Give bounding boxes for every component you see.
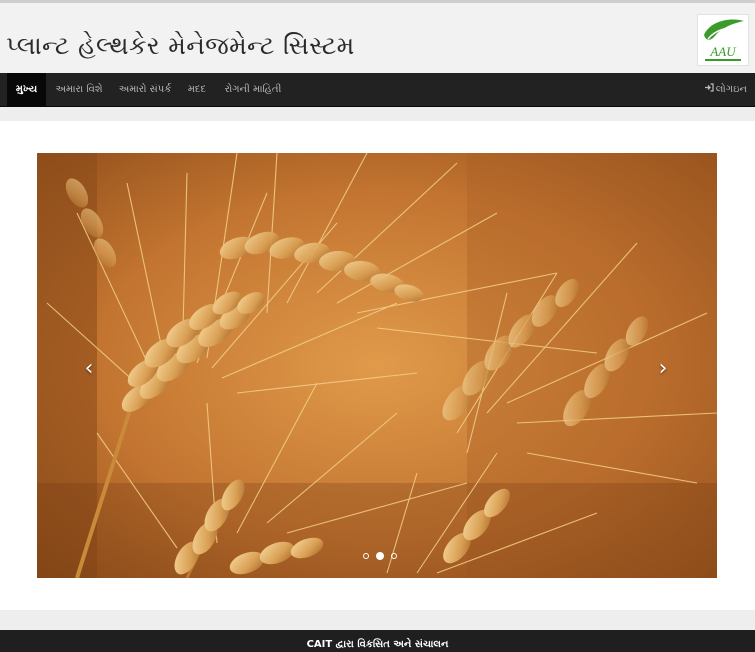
login-label: લોગઇન	[715, 84, 747, 95]
nav-item-help[interactable]: મદદ	[180, 73, 214, 106]
nav-item-about[interactable]: અમારા વિશે	[48, 73, 110, 106]
aau-logo[interactable]: AAU	[697, 14, 749, 66]
content-bottom-band	[0, 610, 755, 630]
carousel-indicator-1[interactable]	[363, 552, 369, 559]
main-navbar: મુખ્ય અમારા વિશે અમારો સંપર્ક મદદ રોગની …	[0, 73, 755, 107]
wheat-image	[37, 153, 717, 578]
nav-item-contact[interactable]: અમારો સંપર્ક	[112, 73, 178, 106]
image-carousel[interactable]	[37, 153, 717, 578]
content-top-band	[0, 107, 755, 121]
carousel-next-button[interactable]: ›	[652, 352, 674, 386]
chevron-right-icon: ›	[658, 356, 668, 381]
footer-credit: CAIT દ્વારા વિકસિત અને સંચાલન	[306, 639, 449, 650]
carousel-indicator-2[interactable]	[376, 551, 385, 560]
carousel-indicator-3[interactable]	[391, 552, 398, 559]
nav-item-home[interactable]: મુખ્ય	[7, 73, 46, 106]
carousel-indicators	[362, 545, 398, 560]
sign-in-icon	[704, 73, 714, 106]
site-title: પ્લાન્ટ હેલ્થકેર મેનેજમેન્ટ સિસ્ટમ	[6, 31, 355, 60]
carousel-prev-button[interactable]: ‹	[78, 352, 100, 386]
chevron-left-icon: ‹	[84, 356, 94, 381]
login-link[interactable]: લોગઇન	[704, 73, 747, 106]
site-footer: CAIT દ્વારા વિકસિત અને સંચાલન	[0, 630, 755, 652]
logo-text: AAU	[709, 44, 737, 59]
site-header: પ્લાન્ટ હેલ્થકેર મેનેજમેન્ટ સિસ્ટમ AAU	[0, 0, 755, 73]
leaf-icon: AAU	[704, 19, 744, 61]
nav-item-disease-info[interactable]: રોગની માહિતી	[216, 73, 290, 106]
